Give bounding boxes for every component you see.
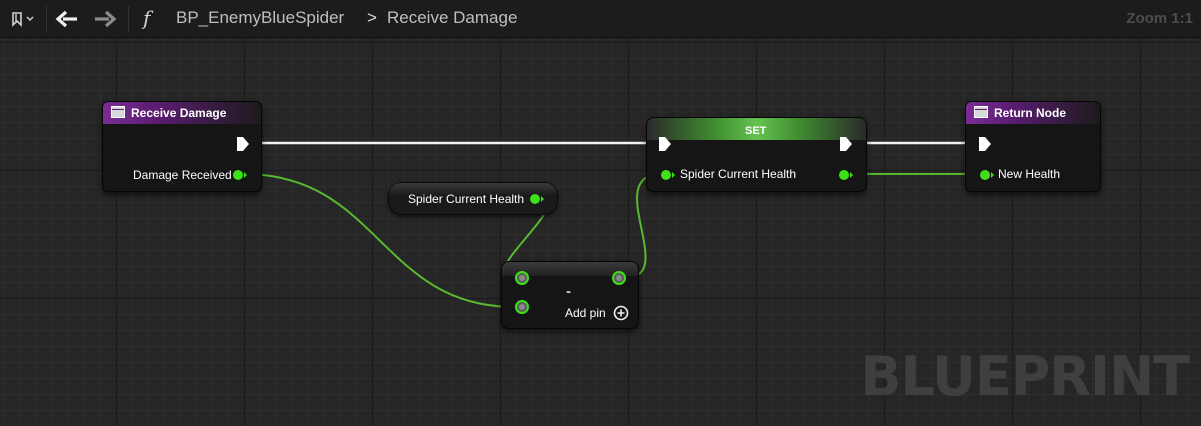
breadcrumb-separator-icon: > — [367, 8, 377, 27]
exec-in-pin[interactable] — [658, 136, 672, 152]
toolbar-divider — [128, 6, 129, 32]
add-pin-label: Add pin — [565, 306, 606, 320]
blueprint-watermark: BLUEPRINT — [860, 345, 1190, 408]
node-title: Receive Damage — [131, 106, 227, 120]
float-in-pin[interactable] — [514, 299, 530, 315]
node-title: SET — [745, 125, 767, 137]
subtract-node[interactable]: - Add pin — [501, 261, 639, 329]
function-icon — [974, 106, 988, 118]
toolbar-divider — [46, 6, 47, 32]
variable-getter-node[interactable]: Spider Current Health — [388, 182, 558, 215]
float-out-pin[interactable] — [528, 192, 546, 206]
arrow-left-icon — [55, 10, 77, 28]
function-icon — [111, 106, 125, 118]
operator-label: - — [566, 283, 571, 300]
return-node[interactable]: Return Node New Health — [965, 101, 1101, 192]
float-in-pin[interactable] — [978, 168, 996, 182]
pin-label: New Health — [998, 167, 1061, 181]
back-button[interactable] — [52, 5, 82, 33]
variable-label: Spider Current Health — [408, 192, 525, 206]
bookmark-icon — [12, 12, 34, 27]
exec-in-pin[interactable] — [978, 136, 992, 152]
function-entry-node[interactable]: Receive Damage Damage Received — [102, 101, 262, 192]
float-out-pin[interactable] — [231, 168, 249, 182]
exec-out-pin[interactable] — [236, 136, 250, 152]
bookmark-dropdown-button[interactable] — [4, 5, 42, 33]
exec-out-pin[interactable] — [839, 136, 853, 152]
node-title: Return Node — [994, 106, 1066, 120]
graph-canvas[interactable]: BLUEPRINT — [0, 38, 1201, 426]
function-icon: f — [143, 6, 151, 30]
breadcrumb-graph[interactable]: Receive Damage — [387, 8, 517, 28]
add-pin-button[interactable] — [613, 305, 629, 321]
forward-button[interactable] — [90, 5, 120, 33]
graph-toolbar: f BP_EnemyBlueSpider > Receive Damage Zo… — [0, 0, 1201, 38]
zoom-indicator: Zoom 1:1 — [1126, 10, 1193, 27]
float-out-pin[interactable] — [837, 168, 855, 182]
float-in-pin[interactable] — [514, 270, 530, 286]
float-in-pin[interactable] — [659, 168, 677, 182]
float-out-pin[interactable] — [611, 270, 627, 286]
pin-label: Spider Current Health — [680, 167, 797, 181]
set-variable-node[interactable]: SET Spider Current Health — [646, 117, 867, 192]
breadcrumb-blueprint[interactable]: BP_EnemyBlueSpider — [176, 8, 344, 28]
pin-label: Damage Received — [133, 168, 232, 182]
arrow-right-icon — [95, 10, 117, 28]
